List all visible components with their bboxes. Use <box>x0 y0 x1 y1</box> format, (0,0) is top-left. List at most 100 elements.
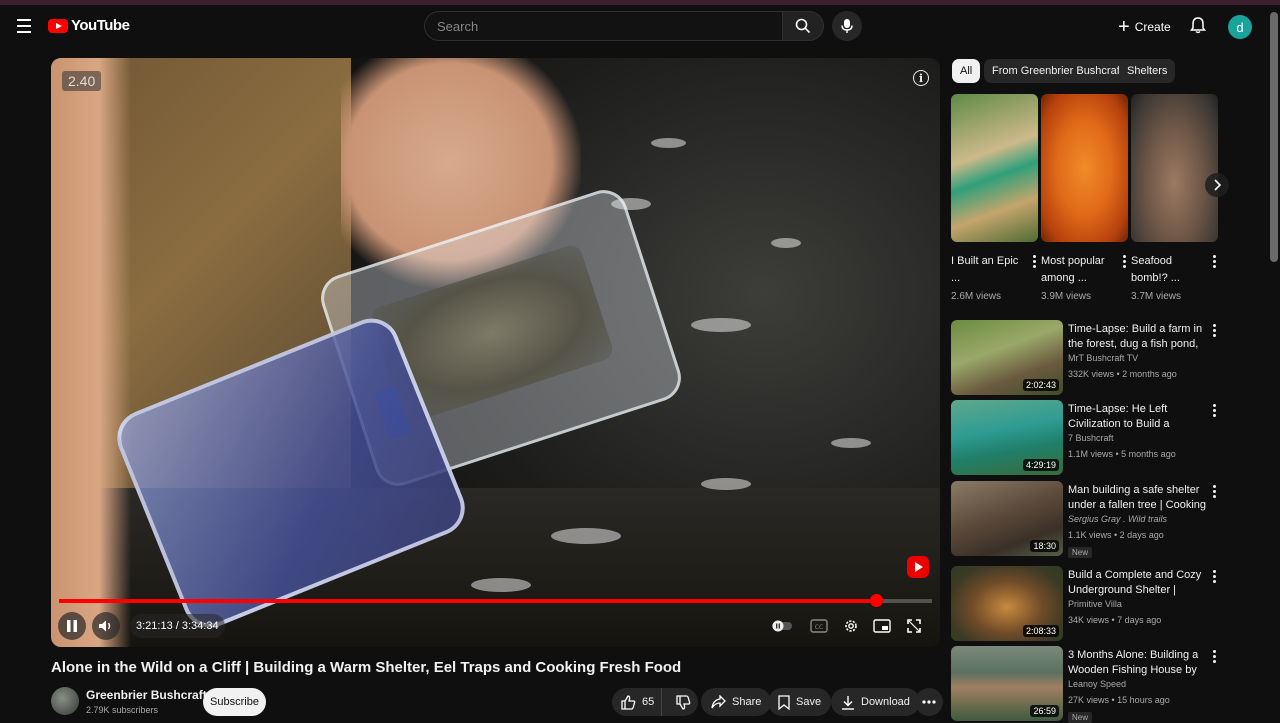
subscriber-count: 2.79K subscribers <box>86 705 159 715</box>
chip-shelters[interactable]: Shelters <box>1119 59 1176 83</box>
menu-icon[interactable] <box>12 14 36 38</box>
channel-watermark-icon[interactable] <box>907 556 929 578</box>
download-label: Download <box>861 696 910 708</box>
more-icon[interactable] <box>1210 404 1218 417</box>
settings-button[interactable] <box>839 612 863 640</box>
account-avatar[interactable]: d <box>1228 15 1252 39</box>
plus-icon: + <box>1118 16 1130 38</box>
miniplayer-icon <box>873 619 891 633</box>
recommendation-thumbnail: 2:08:33 <box>951 566 1063 641</box>
chevron-right-icon <box>1214 179 1221 191</box>
more-icon[interactable] <box>1210 324 1218 337</box>
more-icon[interactable] <box>1120 255 1128 268</box>
like-icon <box>621 694 636 710</box>
mute-button[interactable] <box>92 612 120 640</box>
video-frame-arm <box>51 58 131 647</box>
water-glint <box>701 478 751 490</box>
page-scrollbar[interactable] <box>1270 12 1278 262</box>
short-title: Most popular among ... <box>1041 255 1105 284</box>
search-button[interactable] <box>782 11 824 41</box>
more-icon[interactable] <box>1030 255 1038 268</box>
subscribe-button[interactable]: Subscribe <box>203 688 266 716</box>
dislike-button[interactable] <box>668 688 691 716</box>
autoplay-toggle[interactable] <box>770 612 794 640</box>
duration-badge: 18:30 <box>1030 540 1059 552</box>
recommendation-title: Build a Complete and Cozy Underground Sh… <box>1068 569 1202 596</box>
recommendation-title: Time-Lapse: Build a farm in the forest, … <box>1068 323 1203 350</box>
video-title: Alone in the Wild on a Cliff | Building … <box>51 659 682 676</box>
youtube-logo-icon <box>48 18 68 33</box>
fullscreen-button[interactable] <box>902 612 926 640</box>
more-icon[interactable] <box>1210 485 1218 498</box>
time-display: 3:21:13 / 3:34:34 <box>130 614 225 638</box>
share-label: Share <box>732 696 762 708</box>
new-badge: New <box>1068 547 1093 558</box>
recommendation-channel: Leanoy Speed <box>1068 679 1127 689</box>
water-glint <box>651 138 686 148</box>
more-icon <box>922 700 936 704</box>
more-actions-button[interactable] <box>915 688 943 716</box>
like-button[interactable]: 65 <box>612 688 663 716</box>
recommendation-thumbnail: 2:02:43 <box>951 320 1063 395</box>
save-button[interactable]: Save <box>768 688 832 716</box>
short-card[interactable]: Most popular among ... 3.9M views <box>1041 94 1128 304</box>
create-button[interactable]: + Create <box>1118 14 1171 40</box>
chip-from-channel[interactable]: From Greenbrier Bushcraft <box>984 59 1131 83</box>
video-player[interactable]: 2.40 i 3:21:13 / 3:34:34 CC <box>51 58 940 647</box>
info-icon[interactable]: i <box>913 70 929 86</box>
recommendation-meta: 1.1K views • 2 days ago <box>1068 530 1164 540</box>
search-input[interactable] <box>424 11 782 41</box>
duration-badge: 2:02:43 <box>1022 379 1059 391</box>
miniplayer-button[interactable] <box>870 612 894 640</box>
youtube-logo[interactable]: YouTube <box>48 17 130 34</box>
fullscreen-icon <box>907 619 921 633</box>
like-count: 65 <box>642 696 655 708</box>
recommendation-meta: 27K views • 15 hours ago <box>1068 695 1170 705</box>
duration-badge: 4:29:19 <box>1022 459 1059 471</box>
short-views: 3.7M views <box>1131 291 1182 302</box>
channel-name[interactable]: Greenbrier Bushcraft <box>86 688 207 702</box>
save-label: Save <box>796 696 822 708</box>
recommendation-item[interactable]: 26:59 3 Months Alone: Building a Wooden … <box>951 646 1226 723</box>
recommendation-meta: 332K views • 2 months ago <box>1068 369 1177 379</box>
more-icon[interactable] <box>1210 255 1218 268</box>
shorts-next-button[interactable] <box>1205 173 1229 197</box>
recommendation-channel: 7 Bushcraft <box>1068 433 1114 443</box>
recommendation-title: 3 Months Alone: Building a Wooden Fishin… <box>1068 649 1199 676</box>
more-icon[interactable] <box>1210 570 1218 583</box>
pause-icon <box>67 620 77 632</box>
download-button[interactable]: Download <box>831 688 920 716</box>
recommendation-thumbnail: 4:29:19 <box>951 400 1063 475</box>
download-icon <box>842 695 854 710</box>
notifications-button[interactable] <box>1190 16 1206 39</box>
duration-badge: 2:08:33 <box>1022 625 1059 637</box>
search-icon <box>795 18 811 34</box>
pause-button[interactable] <box>58 612 86 640</box>
recommendation-thumbnail: 18:30 <box>951 481 1063 556</box>
chip-all[interactable]: All <box>952 59 981 83</box>
channel-avatar[interactable] <box>51 687 79 715</box>
recommendation-item[interactable]: 4:29:19 Time-Lapse: He Left Civilization… <box>951 400 1226 476</box>
create-label: Create <box>1134 20 1171 34</box>
recommendation-item[interactable]: 2:02:43 Time-Lapse: Build a farm in the … <box>951 320 1226 396</box>
save-icon <box>778 694 790 710</box>
water-glint <box>551 528 621 544</box>
short-card[interactable]: Seafood bomb!? ... 3.7M views <box>1131 94 1218 304</box>
short-title: I Built an Epic ... <box>951 255 1019 284</box>
recommendation-item[interactable]: 18:30 Man building a safe shelter under … <box>951 481 1226 558</box>
subtitles-button[interactable]: CC <box>807 612 831 640</box>
subtitles-icon: CC <box>810 619 828 633</box>
dislike-icon <box>676 694 691 710</box>
voice-search-button[interactable] <box>832 11 862 41</box>
recommendation-item[interactable]: 2:08:33 Build a Complete and Cozy Underg… <box>951 566 1226 642</box>
short-title: Seafood bomb!? ... <box>1131 255 1180 284</box>
progress-bar[interactable] <box>59 594 932 607</box>
recommendation-meta: 34K views • 7 days ago <box>1068 615 1162 625</box>
duration-badge: 26:59 <box>1030 705 1059 717</box>
recommendation-meta: 1.1M views • 5 months ago <box>1068 449 1176 459</box>
quality-overlay: 2.40 <box>62 71 102 91</box>
short-card[interactable]: I Built an Epic ... 2.6M views <box>951 94 1038 304</box>
share-button[interactable]: Share <box>701 688 772 716</box>
more-icon[interactable] <box>1210 650 1218 663</box>
recommendation-channel: MrT Bushcraft TV <box>1068 353 1139 363</box>
